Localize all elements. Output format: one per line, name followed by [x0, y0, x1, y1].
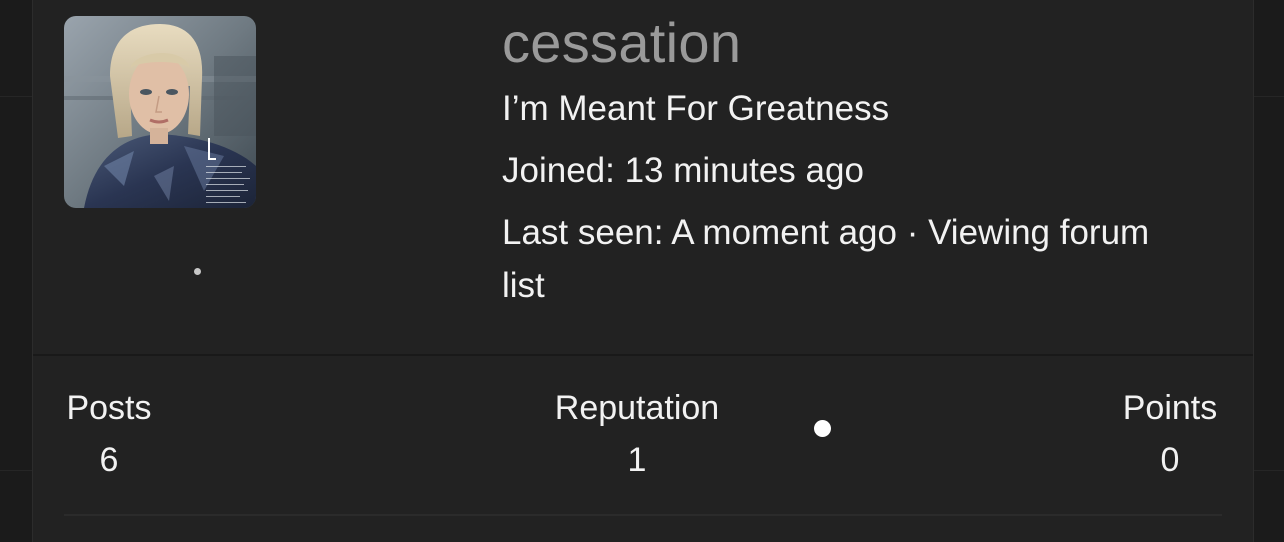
joined-date: Joined: 13 minutes ago: [502, 151, 864, 190]
stat-posts-label: Posts: [66, 389, 152, 427]
avatar[interactable]: [64, 16, 256, 208]
screen-touch-dot: [814, 420, 831, 437]
custom-title: I’m Meant For Greatness: [502, 89, 890, 128]
stats-divider: [64, 514, 1222, 516]
background-divider: [1253, 470, 1284, 471]
member-stats: Posts 6 Reputation 1 Points 0: [33, 356, 1253, 542]
last-seen: Last seen: A moment ago · Viewing forum …: [502, 213, 1150, 305]
member-card: cessation I’m Meant For Greatness Joined…: [32, 0, 1254, 542]
background-divider: [1253, 96, 1284, 97]
background-divider: [0, 470, 32, 471]
background-divider: [0, 96, 32, 97]
profile-page: cessation I’m Meant For Greatness Joined…: [0, 0, 1284, 542]
stat-reputation-label: Reputation: [554, 389, 720, 427]
profile-info: cessation I’m Meant For Greatness Joined…: [502, 8, 1222, 312]
stat-reputation[interactable]: Reputation 1: [549, 386, 725, 482]
stat-points[interactable]: Points 0: [1119, 386, 1221, 482]
stat-posts[interactable]: Posts 6: [64, 386, 154, 482]
stat-reputation-value: 1: [627, 441, 647, 479]
username[interactable]: cessation: [502, 8, 1222, 78]
stat-points-label: Points: [1122, 389, 1218, 427]
stat-posts-value: 6: [99, 441, 119, 479]
stat-points-value: 0: [1160, 441, 1180, 479]
avatar-image: [64, 16, 256, 208]
screen-touch-dot: [194, 268, 201, 275]
